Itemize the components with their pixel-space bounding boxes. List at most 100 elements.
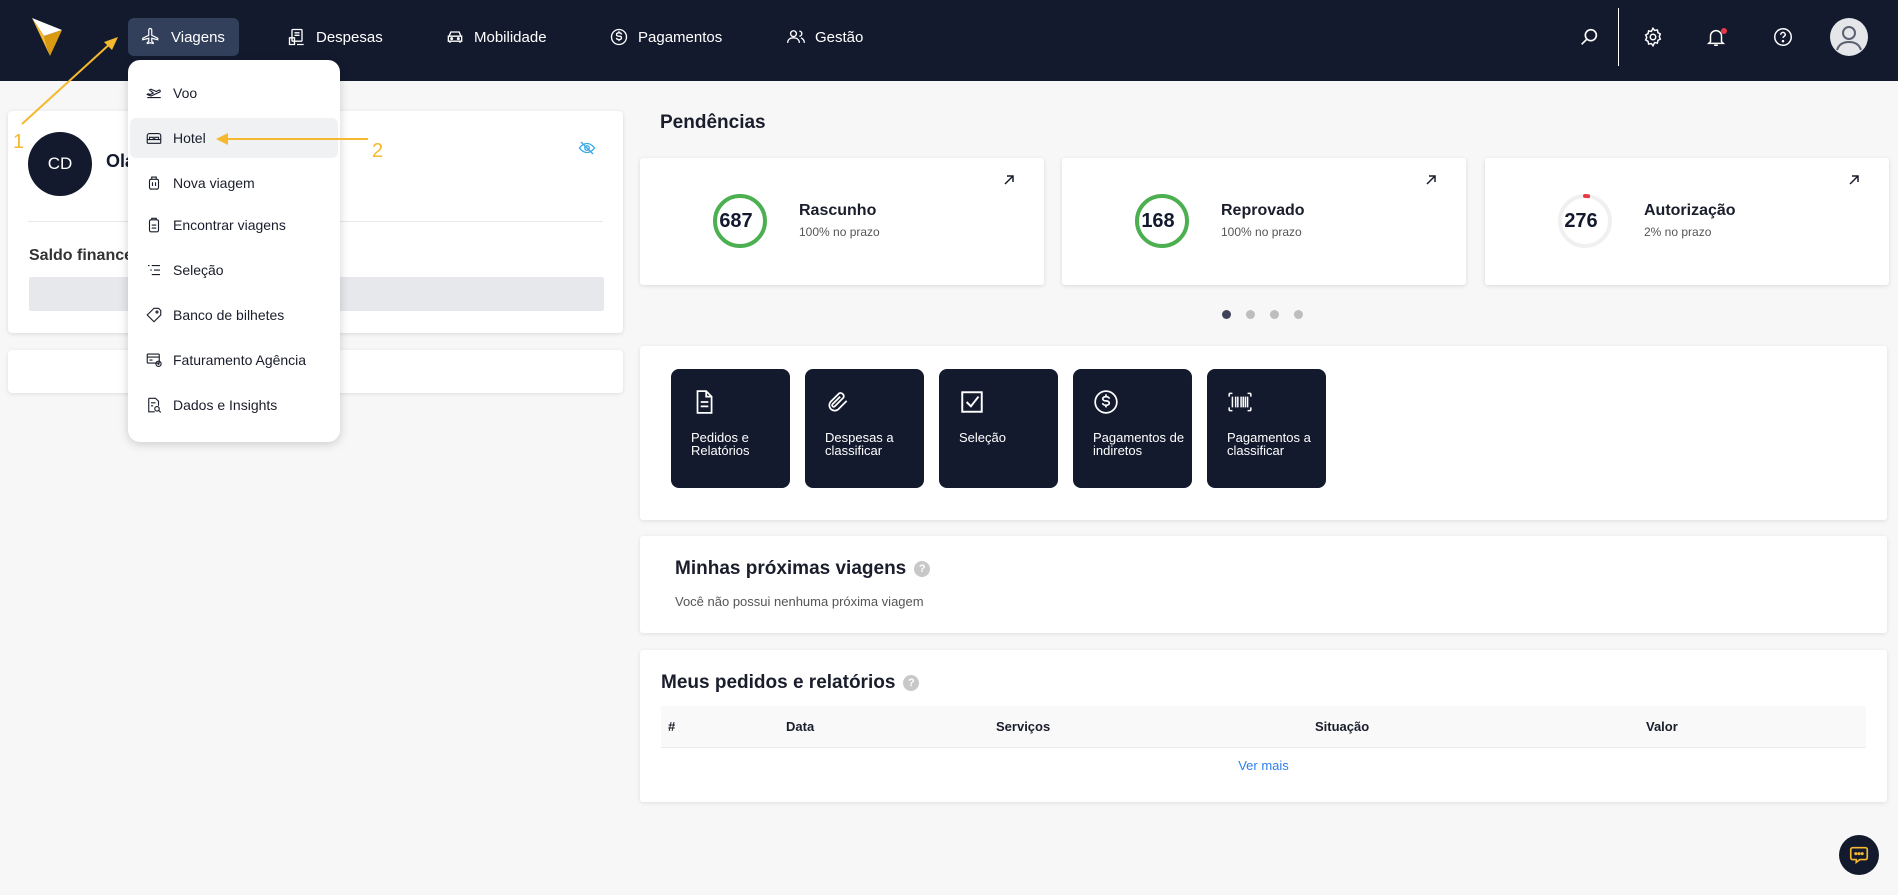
external-link-icon[interactable] — [1002, 173, 1016, 187]
quick-action-label: Pagamentos de indiretos — [1093, 430, 1185, 458]
users-icon — [787, 30, 805, 43]
ver-mais-link[interactable]: Ver mais — [640, 758, 1887, 773]
help-button[interactable] — [1770, 24, 1796, 50]
annotation-step-1: 1 — [13, 131, 25, 153]
menu-item-dados-insights[interactable]: Dados e Insights — [130, 385, 338, 425]
help-circle-icon[interactable]: ? — [903, 674, 920, 691]
quick-action-pagamentos-classificar[interactable]: Pagamentos a classificar — [1207, 369, 1326, 488]
quick-action-despesas[interactable]: Despesas a classificar — [805, 369, 924, 488]
menu-item-label: Dados e Insights — [173, 397, 278, 413]
menu-item-faturamento-agencia[interactable]: Faturamento Agência — [130, 340, 338, 380]
menu-item-selecao[interactable]: Seleção — [130, 250, 338, 290]
pendencia-card-autorizacao[interactable]: 276 Autorização 2% no prazo — [1485, 158, 1889, 285]
document-icon — [696, 390, 713, 414]
dollar-circle-icon — [1094, 390, 1118, 414]
receipt-icon — [288, 28, 304, 46]
pendencia-count: 168 — [1141, 210, 1175, 232]
menu-item-nova-viagem[interactable]: Nova viagem — [130, 163, 338, 203]
nav-mobilidade[interactable]: Mobilidade — [431, 18, 561, 56]
bed-icon — [146, 132, 162, 144]
chat-button[interactable] — [1839, 835, 1879, 875]
user-avatar-icon — [1836, 26, 1862, 51]
search-icon — [1581, 28, 1598, 45]
carousel-dot[interactable] — [1222, 310, 1231, 319]
quick-action-label: Pagamentos a classificar — [1227, 430, 1311, 458]
nav-gestao[interactable]: Gestão — [772, 18, 877, 56]
nav-despesas[interactable]: Despesas — [273, 18, 397, 56]
pendencia-sub: 100% no prazo — [799, 225, 880, 239]
billing-icon — [146, 353, 162, 367]
menu-item-banco-bilhetes[interactable]: Banco de bilhetes — [130, 295, 338, 335]
viagens-dropdown-menu: Voo Hotel Nova viagem Encontrar viagens … — [128, 60, 340, 442]
pendencia-label: Rascunho — [799, 202, 877, 219]
quick-action-pagamentos-indiretos[interactable]: Pagamentos de indiretos — [1073, 369, 1192, 488]
menu-item-label: Seleção — [173, 262, 224, 278]
list-icon — [148, 264, 160, 276]
nav-gestao-label: Gestão — [815, 28, 864, 46]
pendencias-title: Pendências — [660, 112, 766, 133]
quick-action-pedidos[interactable]: Pedidos e Relatórios — [671, 369, 790, 488]
menu-item-label: Nova viagem — [173, 175, 255, 191]
proximas-viagens-title-text: Minhas próximas viagens — [675, 558, 907, 579]
settings-button[interactable] — [1640, 24, 1666, 50]
carousel-dot[interactable] — [1246, 310, 1255, 319]
notification-dot — [1721, 28, 1727, 34]
column-header-valor[interactable]: Valor — [1646, 719, 1678, 734]
clipboard-icon — [148, 217, 160, 233]
menu-item-label: Hotel — [173, 130, 206, 146]
carousel-dots — [1222, 310, 1303, 319]
ticket-icon — [146, 307, 162, 323]
column-header-situacao[interactable]: Situação — [1315, 719, 1369, 734]
pendencia-card-reprovado[interactable]: 168 Reprovado 100% no prazo — [1062, 158, 1466, 285]
carousel-dot[interactable] — [1294, 310, 1303, 319]
quick-action-label: Pedidos e Relatórios — [691, 430, 750, 458]
checkbox-icon — [961, 391, 983, 413]
pendencia-label: Autorização — [1644, 202, 1736, 219]
luggage-icon — [148, 176, 160, 190]
carousel-dot[interactable] — [1270, 310, 1279, 319]
quick-actions-panel: Pedidos e Relatórios Despesas a classifi… — [640, 346, 1887, 520]
column-header-data[interactable]: Data — [786, 719, 814, 734]
barcode-icon — [1228, 392, 1252, 412]
menu-item-label: Banco de bilhetes — [173, 307, 285, 323]
external-link-icon[interactable] — [1847, 173, 1861, 187]
column-header-servicos[interactable]: Serviços — [996, 719, 1050, 734]
topbar-divider — [1618, 8, 1619, 66]
quick-action-selecao[interactable]: Seleção — [939, 369, 1058, 488]
nav-mobilidade-label: Mobilidade — [474, 28, 547, 46]
table-header: # Data Serviços Situação Valor — [661, 706, 1866, 748]
menu-item-encontrar-viagens[interactable]: Encontrar viagens — [130, 205, 338, 245]
paperclip-icon — [828, 392, 848, 412]
proximas-viagens-title: Minhas próximas viagens? — [675, 558, 931, 580]
search-button[interactable] — [1576, 24, 1602, 50]
pedidos-title: Meus pedidos e relatórios? — [661, 672, 920, 694]
pendencia-sub: 2% no prazo — [1644, 225, 1712, 239]
profile-avatar: CD — [28, 132, 92, 196]
plane-takeoff-icon — [146, 88, 161, 99]
user-avatar-button[interactable] — [1830, 18, 1868, 56]
gear-icon — [1644, 26, 1662, 48]
pendencia-card-rascunho[interactable]: 687 Rascunho 100% no prazo — [640, 158, 1044, 285]
help-circle-icon[interactable]: ? — [914, 560, 931, 577]
eye-off-icon[interactable] — [578, 139, 596, 157]
pendencia-sub: 100% no prazo — [1221, 225, 1302, 239]
brand-logo-icon[interactable] — [30, 16, 64, 58]
annotation-step-2: 2 — [372, 140, 384, 162]
nav-viagens[interactable]: Viagens — [128, 18, 239, 56]
plane-icon — [142, 27, 159, 45]
nav-pagamentos-label: Pagamentos — [638, 28, 723, 46]
nav-viagens-label: Viagens — [171, 28, 225, 46]
pedidos-panel: Meus pedidos e relatórios? # Data Serviç… — [640, 650, 1887, 802]
pendencia-count: 276 — [1564, 210, 1598, 232]
nav-despesas-label: Despesas — [316, 28, 383, 46]
menu-item-hotel[interactable]: Hotel — [130, 118, 338, 158]
menu-item-voo[interactable]: Voo — [130, 73, 338, 113]
external-link-icon[interactable] — [1424, 173, 1438, 187]
insights-icon — [148, 397, 162, 413]
pedidos-title-text: Meus pedidos e relatórios — [661, 672, 896, 693]
column-header-id[interactable]: # — [668, 719, 675, 734]
car-icon — [447, 31, 463, 43]
quick-action-label: Despesas a classificar — [825, 430, 894, 458]
nav-pagamentos[interactable]: Pagamentos — [595, 18, 736, 56]
menu-item-label: Encontrar viagens — [173, 217, 286, 233]
